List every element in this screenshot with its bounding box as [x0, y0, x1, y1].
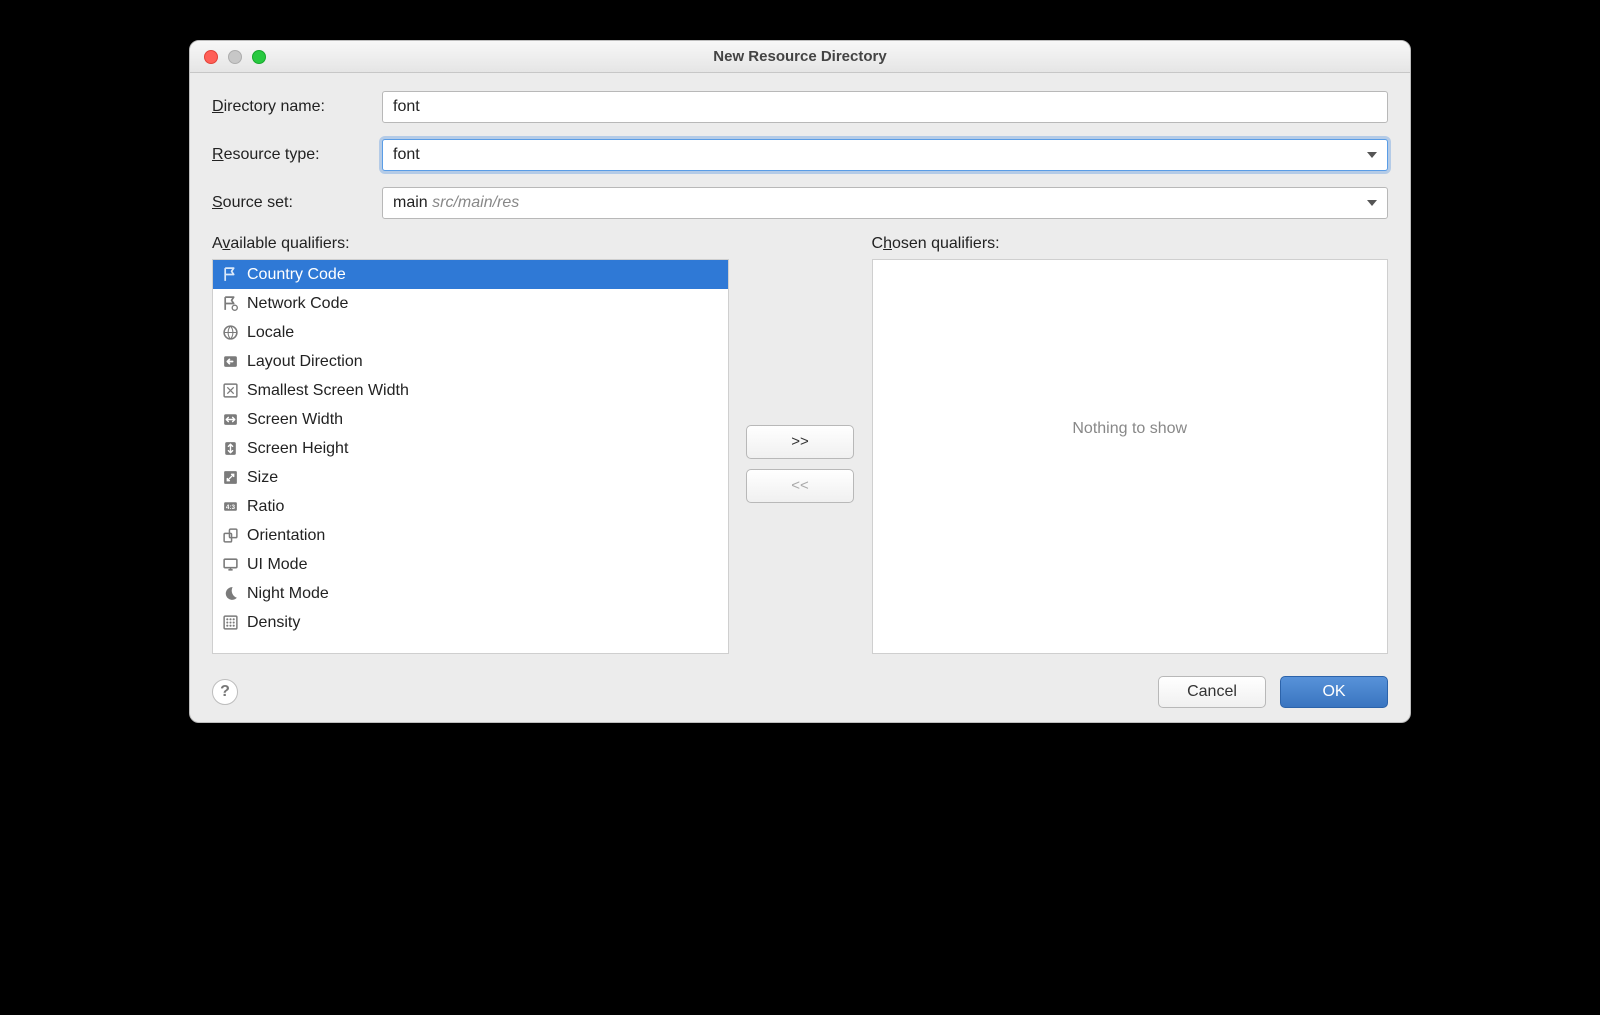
window-title: New Resource Directory — [190, 48, 1410, 65]
zoom-window-icon[interactable] — [252, 50, 266, 64]
density-icon — [221, 614, 239, 632]
titlebar: New Resource Directory — [190, 41, 1410, 73]
list-item[interactable]: Night Mode — [213, 579, 728, 608]
source-set-value: main src/main/res — [393, 194, 519, 212]
directory-name-row: Directory name: — [212, 91, 1388, 123]
source-set-combo[interactable]: main src/main/res — [382, 187, 1388, 219]
list-item[interactable]: Screen Width — [213, 405, 728, 434]
resource-type-label: Resource type: — [212, 146, 382, 164]
minimize-window-icon[interactable] — [228, 50, 242, 64]
monitor-icon — [221, 556, 239, 574]
close-window-icon[interactable] — [204, 50, 218, 64]
list-item-label: Density — [247, 614, 300, 632]
source-set-main: main — [393, 194, 428, 211]
chosen-label: Chosen qualifiers: — [872, 235, 1389, 253]
cancel-button[interactable]: Cancel — [1158, 676, 1266, 708]
add-qualifier-button[interactable]: >> — [746, 425, 854, 459]
arrow-left-box-icon — [221, 353, 239, 371]
list-item-label: Network Code — [247, 295, 348, 313]
list-item-label: Ratio — [247, 498, 284, 516]
list-item-label: Night Mode — [247, 585, 329, 603]
chevron-down-icon — [1367, 152, 1377, 158]
source-set-row: Source set: main src/main/res — [212, 187, 1388, 219]
list-item-label: Screen Width — [247, 411, 343, 429]
source-set-hint: src/main/res — [432, 194, 519, 211]
globe-icon — [221, 324, 239, 342]
source-set-label: Source set: — [212, 194, 382, 212]
list-item-label: Smallest Screen Width — [247, 382, 409, 400]
mover-buttons: >> << — [743, 235, 858, 654]
list-item-label: Screen Height — [247, 440, 348, 458]
list-item[interactable]: Screen Height — [213, 434, 728, 463]
list-item[interactable]: Network Code — [213, 289, 728, 318]
moon-icon — [221, 585, 239, 603]
chosen-empty-text: Nothing to show — [873, 259, 1388, 625]
network-icon — [221, 295, 239, 313]
list-item-label: Layout Direction — [247, 353, 363, 371]
width-icon — [221, 411, 239, 429]
list-item-label: Orientation — [247, 527, 325, 545]
expand-icon — [221, 382, 239, 400]
list-item[interactable]: Locale — [213, 318, 728, 347]
orientation-icon — [221, 527, 239, 545]
list-item[interactable]: Smallest Screen Width — [213, 376, 728, 405]
dialog-window: New Resource Directory Directory name: R… — [189, 40, 1411, 723]
list-item-label: UI Mode — [247, 556, 307, 574]
chevron-down-icon — [1367, 200, 1377, 206]
list-item-label: Country Code — [247, 266, 346, 284]
height-icon — [221, 440, 239, 458]
list-item[interactable]: Orientation — [213, 521, 728, 550]
list-item[interactable]: Layout Direction — [213, 347, 728, 376]
ok-button[interactable]: OK — [1280, 676, 1388, 708]
list-item[interactable]: 4:3 Ratio — [213, 492, 728, 521]
remove-qualifier-button[interactable]: << — [746, 469, 854, 503]
chosen-qualifiers-list[interactable]: Nothing to show — [872, 259, 1389, 654]
resource-type-combo[interactable]: font — [382, 139, 1388, 171]
list-item[interactable]: Size — [213, 463, 728, 492]
available-column: Available qualifiers: Country Code Networ… — [212, 235, 729, 654]
directory-name-input[interactable] — [382, 91, 1388, 123]
flag-icon — [221, 266, 239, 284]
list-item[interactable]: UI Mode — [213, 550, 728, 579]
help-button[interactable]: ? — [212, 679, 238, 705]
list-item-label: Locale — [247, 324, 294, 342]
qualifier-dual-list: Available qualifiers: Country Code Networ… — [212, 235, 1388, 654]
chosen-column: Chosen qualifiers: Nothing to show — [872, 235, 1389, 654]
available-label: Available qualifiers: — [212, 235, 729, 253]
ratio-icon: 4:3 — [221, 498, 239, 516]
window-controls — [204, 50, 266, 64]
list-item[interactable]: Density — [213, 608, 728, 637]
resource-type-value: font — [393, 146, 420, 164]
resource-type-row: Resource type: font — [212, 139, 1388, 171]
available-qualifiers-list[interactable]: Country Code Network Code Locale Layout Dir… — [212, 259, 729, 654]
list-item-label: Size — [247, 469, 278, 487]
resize-icon — [221, 469, 239, 487]
list-item[interactable]: Country Code — [213, 260, 728, 289]
bottom-bar: ? Cancel OK — [212, 676, 1388, 708]
directory-name-label: Directory name: — [212, 98, 382, 116]
svg-text:4:3: 4:3 — [225, 504, 235, 511]
